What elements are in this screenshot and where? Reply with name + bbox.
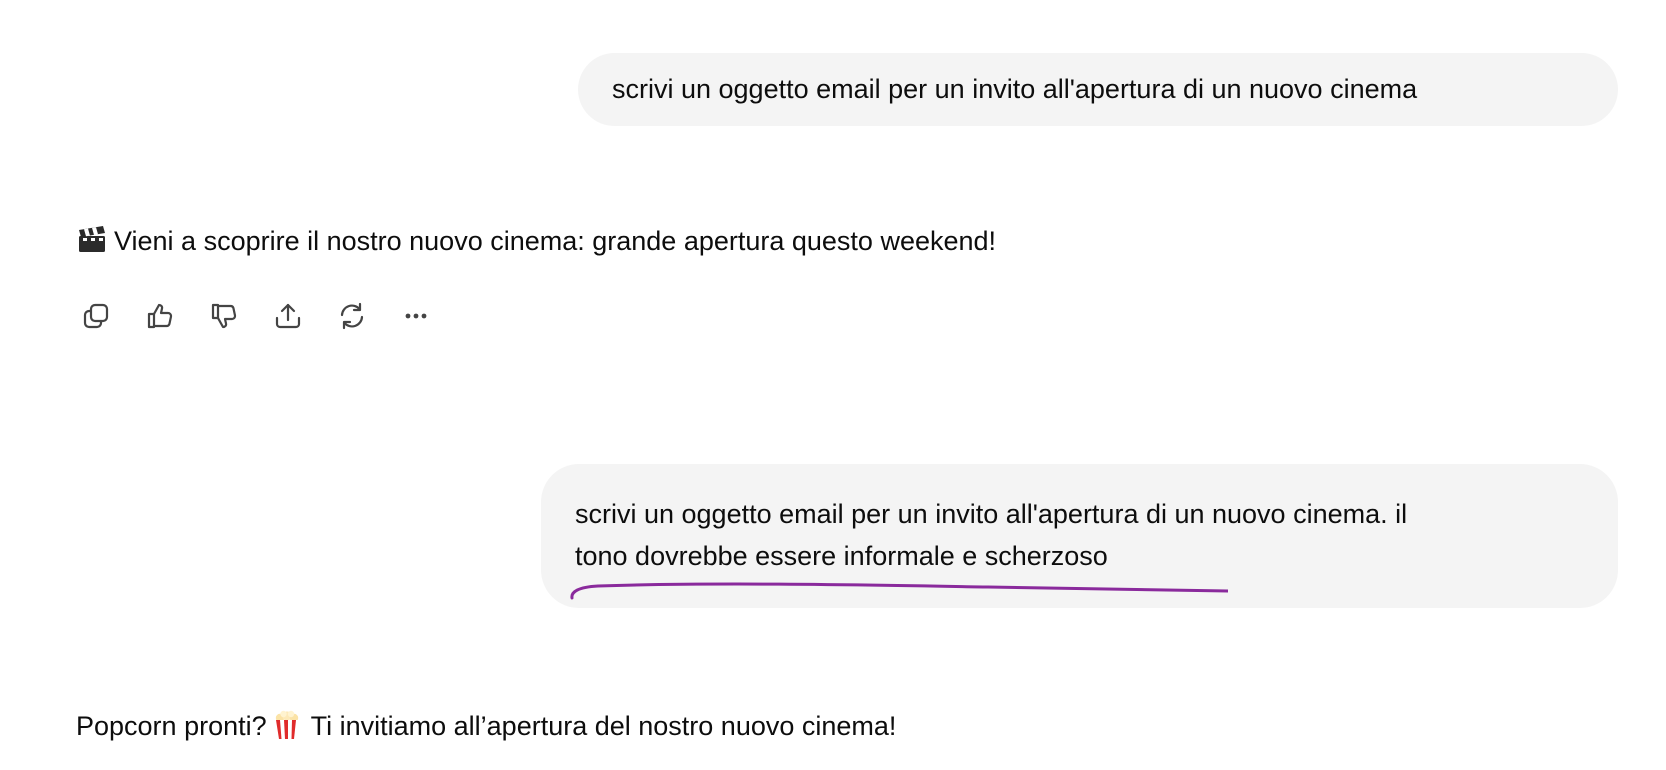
message-action-bar bbox=[78, 298, 434, 334]
user-message-bubble: scrivi un oggetto email per un invito al… bbox=[541, 464, 1618, 608]
share-button[interactable] bbox=[270, 298, 306, 334]
user-message-text: scrivi un oggetto email per un invito al… bbox=[612, 74, 1418, 104]
thumbs-up-icon bbox=[147, 303, 173, 329]
copy-button[interactable] bbox=[78, 298, 114, 334]
more-icon bbox=[405, 313, 427, 319]
regenerate-icon bbox=[340, 302, 364, 330]
thumbs-down-icon bbox=[211, 303, 237, 329]
more-options-button[interactable] bbox=[398, 298, 434, 334]
thumbs-up-button[interactable] bbox=[142, 298, 178, 334]
assistant-message-text-end: Ti invitiamo all’apertura del nostro nuo… bbox=[310, 711, 897, 741]
user-message-bubble: scrivi un oggetto email per un invito al… bbox=[578, 53, 1618, 126]
assistant-message-text-start: Popcorn pronti? bbox=[76, 711, 267, 741]
copy-icon bbox=[83, 303, 109, 329]
share-icon bbox=[275, 303, 301, 329]
assistant-message: Popcorn pronti? Ti invitiamo all’apertur… bbox=[76, 706, 896, 746]
regenerate-button[interactable] bbox=[334, 298, 370, 334]
popcorn-icon bbox=[271, 710, 303, 740]
user-message-line-1: scrivi un oggetto email per un invito al… bbox=[575, 499, 1408, 529]
assistant-message: Vieni a scoprire il nostro nuovo cinema:… bbox=[76, 221, 996, 261]
clapper-board-icon bbox=[76, 225, 108, 255]
assistant-message-text: Vieni a scoprire il nostro nuovo cinema:… bbox=[114, 226, 997, 256]
thumbs-down-button[interactable] bbox=[206, 298, 242, 334]
user-message-line-2: tono dovrebbe essere informale e scherzo… bbox=[575, 541, 1108, 571]
